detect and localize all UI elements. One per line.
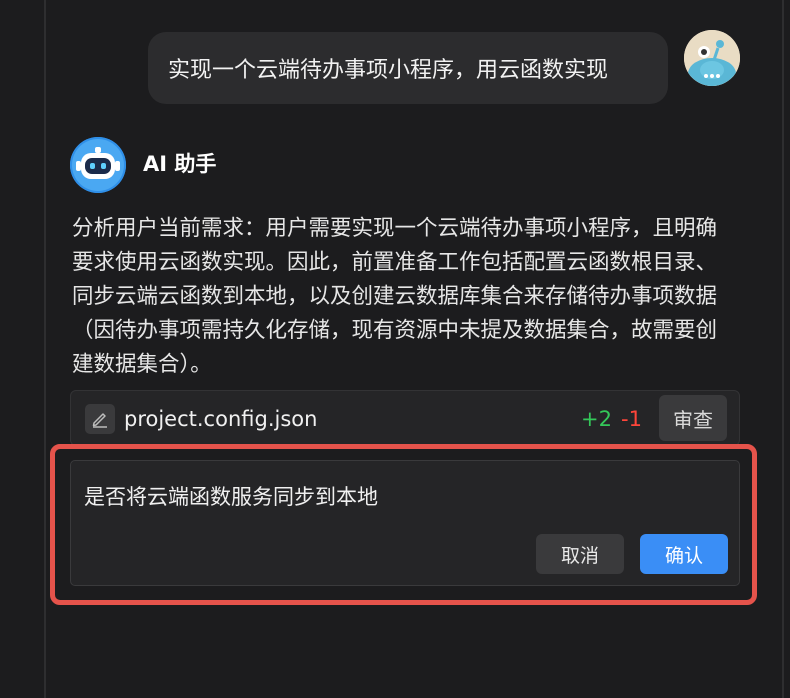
user-avatar (684, 30, 740, 86)
deletions-count: -1 (621, 407, 642, 431)
left-panel-border (44, 0, 46, 698)
review-button[interactable]: 审查 (659, 395, 727, 441)
ai-robot-avatar (70, 137, 126, 193)
dialog-question: 是否将云端函数服务同步到本地 (84, 485, 378, 509)
confirm-button[interactable]: 确认 (640, 534, 728, 574)
additions-count: +2 (581, 407, 612, 431)
user-message-bubble: 实现一个云端待办事项小程序，用云函数实现 (148, 32, 668, 104)
file-name: project.config.json (124, 407, 318, 431)
file-change-row[interactable]: project.config.json +2 -1 审查 (70, 390, 740, 446)
user-message-text: 实现一个云端待办事项小程序，用云函数实现 (168, 58, 609, 83)
assistant-name: AI 助手 (143, 152, 217, 176)
sync-confirm-dialog: 是否将云端函数服务同步到本地 取消 确认 (70, 460, 740, 586)
right-panel-border (782, 0, 784, 698)
edit-icon (85, 404, 115, 434)
cancel-button[interactable]: 取消 (536, 534, 624, 574)
assistant-analysis-text: 分析用户当前需求：用户需要实现一个云端待办事项小程序，且明确要求使用云函数实现。… (72, 216, 718, 377)
